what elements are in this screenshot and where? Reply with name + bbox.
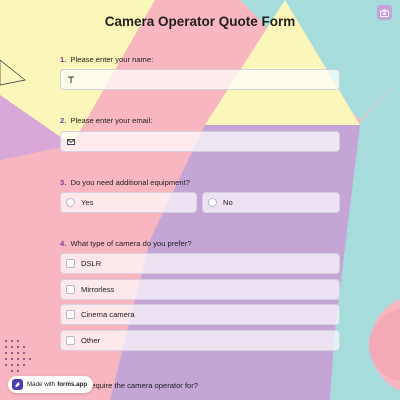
question-4-text: What type of camera do you prefer? — [70, 239, 192, 248]
badge-brand: forms.app — [57, 381, 88, 388]
email-input[interactable] — [60, 131, 340, 152]
forms-app-logo-icon — [12, 379, 23, 390]
checkbox[interactable] — [66, 310, 75, 319]
checkbox-option-label: DSLR — [81, 259, 102, 268]
checkbox-option-dslr[interactable]: DSLR — [60, 253, 340, 274]
checkbox-option-label: Mirrorless — [81, 285, 115, 294]
question-2-number: 2. — [60, 116, 67, 125]
checkbox[interactable] — [66, 259, 75, 268]
checkbox-option-cinema-camera[interactable]: Cinema camera — [60, 304, 340, 325]
checkbox-option-mirrorless[interactable]: Mirrorless — [60, 279, 340, 300]
question-1-label: 1. Please enter your name: — [60, 55, 153, 64]
question-1-text: Please enter your name: — [70, 55, 154, 64]
checkbox[interactable] — [66, 336, 75, 345]
badge-prefix: Made with — [27, 381, 56, 388]
radio-option-yes[interactable]: Yes — [60, 192, 197, 213]
radio-option-label: No — [223, 198, 233, 207]
checkbox[interactable] — [66, 285, 75, 294]
camera-icon — [380, 9, 389, 17]
radio-option-no[interactable]: No — [202, 192, 340, 213]
checkbox-option-label: Cinema camera — [81, 310, 135, 319]
question-4-number: 4. — [60, 239, 67, 248]
question-3-label: 3. Do you need additional equipment? — [60, 178, 190, 187]
radio-button[interactable] — [208, 198, 217, 207]
text-cursor-icon — [67, 76, 75, 84]
form-title: Camera Operator Quote Form — [104, 14, 296, 29]
radio-button[interactable] — [66, 198, 75, 207]
question-2-label: 2. Please enter your email: — [60, 116, 152, 125]
envelope-icon — [67, 138, 75, 145]
radio-option-label: Yes — [81, 198, 94, 207]
camera-button[interactable] — [377, 5, 392, 20]
checkbox-option-label: Other — [81, 336, 100, 345]
made-with-badge[interactable]: Made with forms.app — [8, 376, 94, 393]
question-3-number: 3. — [60, 178, 67, 187]
question-4-label: 4. What type of camera do you prefer? — [60, 239, 192, 248]
name-input[interactable] — [60, 69, 340, 90]
question-3-text: Do you need additional equipment? — [70, 178, 190, 187]
checkbox-option-other[interactable]: Other — [60, 330, 340, 351]
question-1-number: 1. — [60, 55, 67, 64]
question-2-text: Please enter your email: — [70, 116, 153, 125]
